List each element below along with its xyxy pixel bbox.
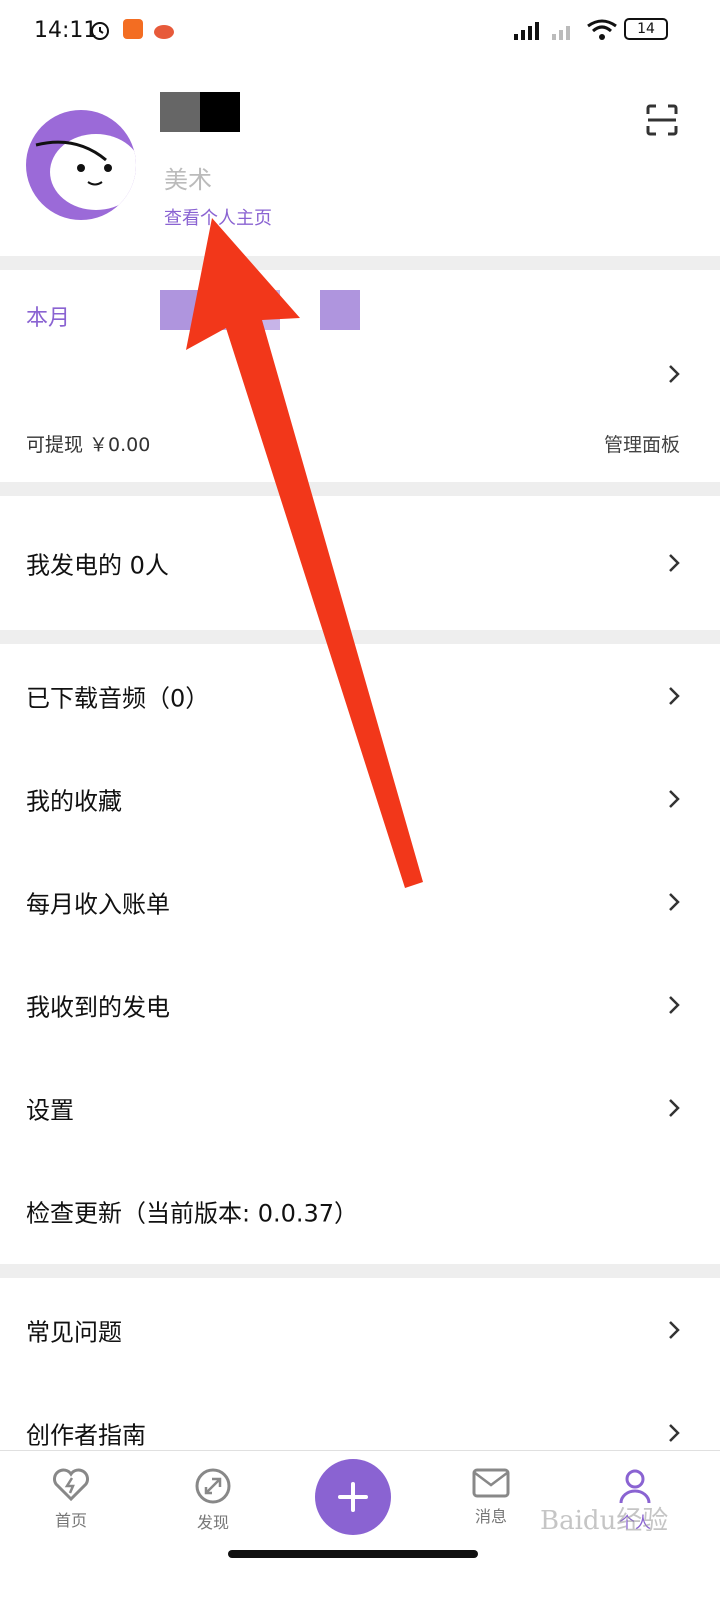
menu-item-faq[interactable]: 常见问题 xyxy=(0,1278,720,1381)
status-bar: 14:11 14 xyxy=(0,0,720,64)
nav-home-label: 首页 xyxy=(54,1511,87,1530)
chevron-right-icon xyxy=(669,892,680,911)
nav-discover-label: 发现 xyxy=(196,1513,229,1532)
menu-item-label: 常见问题 xyxy=(26,1318,122,1346)
menu-item-label: 我的收藏 xyxy=(26,787,122,815)
menu-item-received-sponsors[interactable]: 我收到的发电 xyxy=(0,953,720,1056)
profile-header[interactable]: 美术 查看个人主页 xyxy=(0,64,720,256)
nav-messages[interactable]: 消息 xyxy=(446,1467,536,1527)
chevron-right-icon xyxy=(669,995,680,1014)
plus-icon xyxy=(338,1482,368,1512)
sponsor-label: 我发电的 0人 xyxy=(26,551,169,580)
shopping-app-icon xyxy=(123,19,143,39)
nav-home[interactable]: 首页 xyxy=(26,1467,116,1531)
section-divider xyxy=(0,1264,720,1278)
battery-icon: 14 xyxy=(624,18,668,40)
menu-item-creator-guide[interactable]: 创作者指南 xyxy=(0,1381,720,1450)
nav-discover[interactable]: 发现 xyxy=(168,1467,258,1533)
redacted-block xyxy=(160,290,200,330)
redacted-block xyxy=(320,290,360,330)
menu-item-label: 我收到的发电 xyxy=(26,993,170,1021)
chevron-right-icon xyxy=(669,1424,680,1442)
menu-item-label: 设置 xyxy=(26,1096,74,1124)
avatar-face-icon xyxy=(35,134,136,210)
mail-icon xyxy=(472,1468,510,1498)
redacted-block xyxy=(240,290,280,330)
username: 美术 xyxy=(164,166,212,194)
menu-item-label: 检查更新（当前版本: 0.0.37） xyxy=(26,1199,359,1227)
earnings-title: 本月 xyxy=(26,306,71,331)
signal-icon xyxy=(514,22,539,40)
view-homepage-link[interactable]: 查看个人主页 xyxy=(164,204,272,230)
earnings-card[interactable]: 本月 可提现 ￥0.00 管理面板 xyxy=(0,270,720,482)
section-divider xyxy=(0,482,720,496)
menu-item-downloads[interactable]: 已下载音频（0） xyxy=(0,644,720,747)
menu-item-settings[interactable]: 设置 xyxy=(0,1056,720,1159)
chevron-right-icon xyxy=(669,554,680,572)
home-indicator xyxy=(228,1550,478,1558)
redacted-block xyxy=(200,290,240,330)
home-heart-icon xyxy=(53,1468,89,1502)
section-divider xyxy=(0,256,720,270)
username-redacted xyxy=(160,92,240,132)
scan-icon[interactable] xyxy=(644,102,680,138)
battery-level: 14 xyxy=(637,21,655,37)
avatar[interactable] xyxy=(26,110,136,220)
game-app-icon xyxy=(154,25,174,39)
menu-item-label: 每月收入账单 xyxy=(26,890,170,918)
watermark: Baidu经验 xyxy=(540,1506,669,1536)
menu-item-monthly-income[interactable]: 每月收入账单 xyxy=(0,850,720,953)
menu-item-label: 已下载音频（0） xyxy=(26,684,210,712)
menu-item-check-update[interactable]: 检查更新（当前版本: 0.0.37） xyxy=(0,1159,720,1262)
discover-icon xyxy=(195,1468,231,1504)
chevron-right-icon[interactable] xyxy=(664,362,684,386)
signal-weak-icon xyxy=(552,26,570,40)
menu-item-favorites[interactable]: 我的收藏 xyxy=(0,747,720,850)
sponsor-row[interactable]: 我发电的 0人 xyxy=(0,496,720,630)
menu-item-label: 创作者指南 xyxy=(26,1421,146,1450)
create-post-button[interactable] xyxy=(315,1459,391,1535)
alarm-icon xyxy=(91,22,109,40)
chevron-right-icon xyxy=(669,1320,680,1339)
wifi-icon xyxy=(587,19,617,40)
manage-panel-link[interactable]: 管理面板 xyxy=(604,430,680,457)
nav-messages-label: 消息 xyxy=(474,1507,507,1526)
chevron-right-icon xyxy=(669,789,680,808)
chevron-right-icon xyxy=(669,686,680,705)
chevron-right-icon xyxy=(669,1098,680,1117)
withdrawable-amount: 可提现 ￥0.00 xyxy=(26,434,151,456)
section-divider xyxy=(0,630,720,644)
